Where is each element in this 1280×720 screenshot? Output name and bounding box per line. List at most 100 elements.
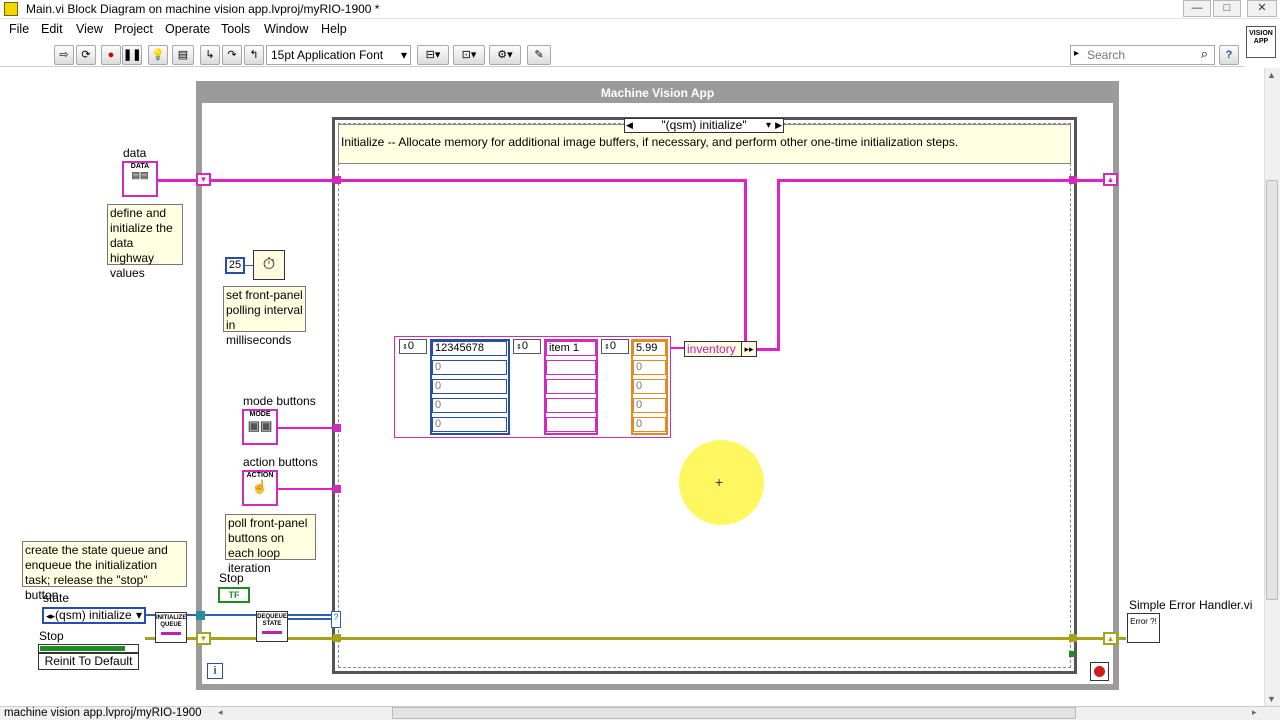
array-cell[interactable] (546, 417, 596, 432)
array-cell[interactable]: 0 (633, 379, 666, 394)
data-wire[interactable] (756, 348, 780, 351)
array-cell[interactable]: 0 (633, 360, 666, 375)
menu-tools[interactable]: Tools (221, 22, 250, 36)
case-tunnel[interactable] (1069, 176, 1077, 184)
action-buttons-terminal[interactable]: ACTION ☝ (242, 470, 278, 506)
step-into-icon[interactable]: ↳ (200, 45, 220, 65)
case-tunnel[interactable] (333, 424, 341, 432)
dequeue-state-vi[interactable]: DEQUEUE STATE ▬▬ (256, 611, 288, 642)
horizontal-scroll-thumb[interactable] (392, 707, 1076, 719)
minimize-button[interactable]: — (1183, 0, 1211, 17)
case-tunnel[interactable] (333, 634, 341, 642)
array-cell[interactable]: 5.99 (633, 341, 666, 356)
array-cell[interactable] (546, 360, 596, 375)
align-objects-icon[interactable]: ⊟▾ (417, 45, 449, 65)
mode-wire[interactable] (277, 427, 337, 429)
step-over-icon[interactable]: ↷ (222, 45, 242, 65)
run-arrow-icon[interactable]: ⇨ (54, 45, 74, 65)
help-button[interactable]: ? (1219, 45, 1239, 65)
chevron-down-icon: ▾ (135, 608, 142, 622)
error-wire[interactable] (145, 637, 1115, 640)
scroll-up-icon[interactable]: ▲ (1267, 70, 1276, 80)
chevron-down-icon[interactable]: ▾ (766, 119, 771, 132)
error-shift-register-left[interactable]: ▼ (196, 632, 211, 645)
initialize-queue-vi[interactable]: INITIALIZE QUEUE ▬▬ (155, 612, 187, 643)
stop-control-terminal[interactable] (38, 644, 139, 653)
array-cell[interactable]: item 1 (546, 341, 596, 356)
data-wire[interactable] (157, 179, 747, 182)
vi-icon[interactable]: VISION APP (1246, 26, 1276, 58)
search-input[interactable]: ▸ Search ⌕ (1070, 45, 1215, 65)
menu-edit[interactable]: Edit (41, 22, 63, 36)
stop-tunnel[interactable] (1069, 651, 1075, 657)
menu-window[interactable]: Window (264, 22, 308, 36)
bundle-by-name-element[interactable]: inventory (684, 341, 742, 357)
case-selector[interactable]: ◀ "(qsm) initialize" ▾ ▶ (624, 118, 784, 133)
case-tunnel[interactable] (333, 176, 341, 184)
scroll-right-icon[interactable]: ▸ (1252, 707, 1257, 718)
array-index[interactable]: ⇕0 (601, 339, 629, 354)
data-wire[interactable] (744, 179, 747, 351)
reinit-to-default[interactable]: Reinit To Default (38, 653, 139, 670)
poll-interval-constant[interactable]: 25 (225, 257, 245, 274)
array-cell[interactable]: 0 (432, 398, 507, 413)
menu-project[interactable]: Project (114, 22, 153, 36)
data-wire[interactable] (777, 179, 1114, 182)
array-cell[interactable]: 12345678 (432, 341, 507, 356)
mode-buttons-terminal[interactable]: MODE ▣▣ (242, 409, 278, 445)
action-wire[interactable] (277, 488, 337, 490)
run-continuously-icon[interactable]: ⟳ (76, 45, 96, 65)
maximize-button[interactable]: □ (1213, 0, 1241, 17)
shift-register-left[interactable]: ▼ (196, 173, 211, 186)
array-index[interactable]: ⇕0 (399, 339, 427, 354)
error-shift-register-right[interactable]: ▲ (1103, 632, 1118, 645)
reorder-icon[interactable]: ⚙▾ (489, 45, 521, 65)
font-value: 15pt Application Font (271, 48, 384, 62)
array-cell[interactable]: 0 (432, 360, 507, 375)
scroll-left-icon[interactable]: ◂ (218, 707, 223, 718)
search-arrow-icon: ▸ (1074, 48, 1080, 59)
distribute-objects-icon[interactable]: ⊡▾ (453, 45, 485, 65)
loop-condition-terminal[interactable] (1090, 662, 1109, 681)
shift-register-right[interactable]: ▲ (1103, 173, 1118, 186)
data-icon-text: DATA (130, 163, 150, 170)
font-selector[interactable]: 15pt Application Font ▾ (266, 45, 411, 65)
case-selector-terminal[interactable]: ? (331, 611, 341, 628)
menu-file[interactable]: File (9, 22, 29, 36)
state-enum-constant[interactable]: ◂▸(qsm) initialize ▾ (42, 607, 146, 624)
data-wire[interactable] (777, 179, 780, 351)
queue-tunnel[interactable] (196, 611, 205, 620)
case-tunnel[interactable] (333, 485, 341, 493)
array-cell[interactable]: 0 (633, 417, 666, 432)
state-label: state (43, 591, 70, 605)
action-icon-text: ACTION (246, 472, 274, 479)
array-cell[interactable] (546, 379, 596, 394)
iteration-terminal[interactable]: i (207, 663, 223, 679)
stop-local-variable[interactable]: TF (218, 587, 250, 603)
array-cell[interactable]: 0 (432, 417, 507, 432)
search-icon[interactable]: ⌕ (1201, 46, 1208, 62)
close-button[interactable]: ✕ (1247, 0, 1277, 17)
array-cell[interactable]: 0 (432, 379, 507, 394)
scroll-down-icon[interactable]: ▼ (1267, 694, 1276, 704)
menu-operate[interactable]: Operate (165, 22, 210, 36)
data-cluster-constant[interactable]: DATA ▤▤ (122, 161, 158, 197)
increment-arrow-icon[interactable]: ▶ (775, 119, 782, 132)
menu-help[interactable]: Help (321, 22, 347, 36)
bundle-by-name-icon[interactable]: ▸▸ (741, 341, 757, 357)
wait-timer-icon[interactable]: ⏱ (253, 250, 285, 280)
decrement-arrow-icon[interactable]: ◀ (626, 119, 633, 132)
step-out-icon[interactable]: ↰ (244, 45, 264, 65)
array-cell[interactable] (546, 398, 596, 413)
vertical-scroll-thumb[interactable] (1266, 180, 1278, 600)
highlight-execution-icon[interactable]: 💡 (148, 45, 168, 65)
clean-up-diagram-icon[interactable]: ✎ (527, 45, 551, 65)
array-index[interactable]: ⇕0 (513, 339, 541, 354)
pause-icon[interactable]: ❚❚ (122, 45, 142, 65)
menu-view[interactable]: View (76, 22, 103, 36)
simple-error-handler-vi[interactable]: Error ?! (1127, 613, 1160, 643)
retain-wire-values-icon[interactable]: ▤ (172, 45, 194, 65)
array-cell[interactable]: 0 (633, 398, 666, 413)
case-tunnel[interactable] (1069, 634, 1077, 642)
abort-icon[interactable]: ● (101, 45, 121, 65)
